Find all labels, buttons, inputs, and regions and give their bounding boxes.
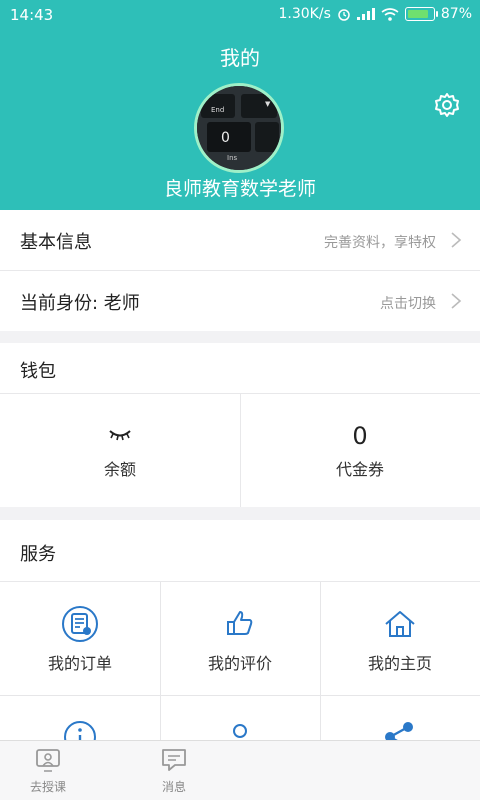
basic-info-hint: 完善资料，享特权 — [324, 235, 436, 251]
profile-header: 14:43 1.30K/s 87% 我的 End ▼ 0 Ins 良师教育数学老… — [0, 0, 480, 210]
home-icon — [385, 611, 415, 637]
basic-info-row[interactable]: 基本信息 完善资料，享特权 — [0, 210, 480, 270]
svg-text:0: 0 — [221, 130, 230, 146]
alarm-icon — [338, 9, 350, 21]
divider — [0, 695, 480, 696]
identity-row[interactable]: 当前身份: 老师 点击切换 — [0, 271, 480, 331]
balance-label: 余额 — [103, 460, 136, 479]
services-grid: 我的订单 我的评价 我的主页 — [0, 582, 480, 742]
signal-icon — [356, 8, 375, 20]
svg-text:End: End — [211, 106, 224, 114]
wallet-header: 钱包 — [0, 343, 480, 393]
eye-closed-icon[interactable] — [108, 428, 132, 442]
services-title: 服务 — [20, 544, 56, 565]
voucher-label: 代金券 — [335, 460, 384, 479]
person-icon — [233, 724, 247, 738]
nav-messages[interactable]: 消息 — [134, 741, 214, 800]
service-my-homepage[interactable]: 我的主页 — [320, 582, 480, 695]
thumb-up-icon — [227, 611, 253, 635]
wifi-icon — [381, 7, 399, 21]
status-time: 14:43 — [10, 6, 54, 24]
status-bar: 14:43 1.30K/s 87% — [0, 0, 480, 30]
wallet-panel: 余额 0 代金券 — [0, 394, 480, 507]
service-my-reviews[interactable]: 我的评价 — [160, 582, 320, 695]
service-label: 我的主页 — [367, 654, 432, 673]
avatar[interactable]: End ▼ 0 Ins — [194, 83, 284, 173]
voucher-cell[interactable]: 0 代金券 — [240, 394, 480, 507]
service-share[interactable] — [320, 695, 480, 742]
service-my-orders[interactable]: 我的订单 — [0, 582, 160, 695]
service-info[interactable] — [0, 695, 160, 742]
message-icon — [162, 749, 186, 771]
divider — [320, 582, 321, 742]
order-icon — [62, 606, 98, 642]
nav-label: 去授课 — [29, 780, 66, 794]
divider — [160, 582, 161, 742]
service-label: 我的评价 — [207, 654, 272, 673]
switch-identity-hint: 点击切换 — [380, 296, 436, 312]
voucher-value: 0 — [352, 422, 368, 450]
page-title: 我的 — [220, 46, 260, 70]
chevron-right-icon — [451, 293, 462, 309]
svg-text:▼: ▼ — [265, 100, 271, 108]
balance-cell[interactable]: 余额 — [0, 394, 240, 507]
bottom-nav: 去授课 消息 — [0, 740, 480, 800]
status-right: 1.30K/s 87% — [279, 6, 473, 22]
svg-text:Ins: Ins — [227, 154, 238, 162]
nav-label: 消息 — [161, 780, 186, 794]
wallet-title: 钱包 — [20, 361, 56, 382]
service-profile[interactable] — [160, 695, 320, 742]
chevron-right-icon — [451, 232, 462, 248]
battery-percent: 87% — [440, 6, 472, 22]
info-icon — [64, 721, 96, 742]
service-label: 我的订单 — [47, 654, 112, 673]
username: 良师教育数学老师 — [163, 178, 316, 200]
network-speed: 1.30K/s — [278, 6, 331, 22]
gear-icon[interactable] — [434, 92, 460, 118]
basic-info-label: 基本信息 — [20, 232, 92, 253]
nav-teach[interactable]: 去授课 — [8, 741, 88, 800]
services-header: 服务 — [0, 520, 480, 581]
teach-icon — [36, 749, 60, 772]
share-icon — [385, 722, 413, 742]
identity-label: 当前身份: 老师 — [20, 293, 140, 314]
battery-icon — [404, 7, 438, 21]
